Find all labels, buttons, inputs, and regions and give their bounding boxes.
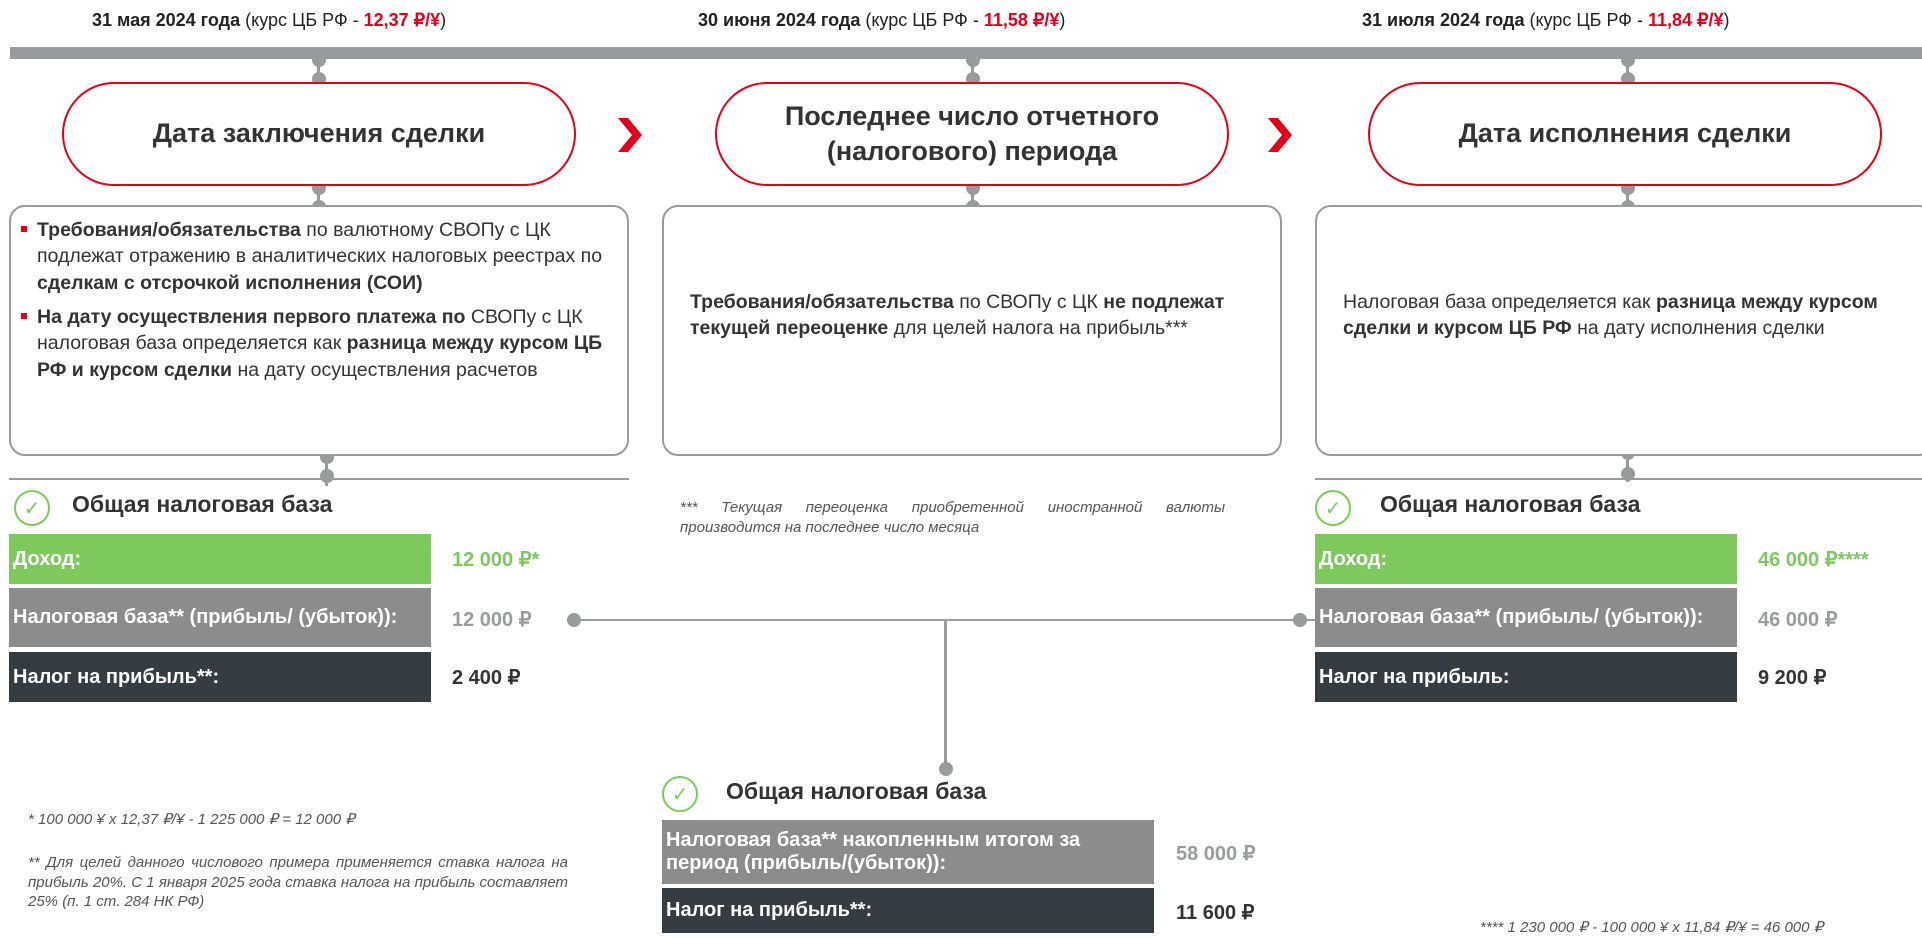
- connector-line: [574, 619, 1295, 621]
- connector-dot: [939, 762, 953, 776]
- check-circle-icon: ✓: [662, 776, 698, 812]
- check-circle-icon: ✓: [1315, 490, 1351, 526]
- connector-dot: [312, 53, 326, 67]
- stage-deal-date: Дата заключения сделки: [62, 82, 576, 186]
- table-row-tax: Налог на прибыль**:: [9, 652, 431, 702]
- tax-value: 2 400 ₽: [452, 667, 521, 689]
- tax-value: 11 600 ₽: [1176, 902, 1255, 924]
- stage-title: Дата исполнения сделки: [1458, 118, 1792, 149]
- table-row-income: Доход:: [1315, 534, 1737, 584]
- table-row-tax: Налог на прибыль**:: [662, 888, 1154, 933]
- chevron-right-icon: [1268, 118, 1292, 152]
- table-row-tax: Налог на прибыль:: [1315, 652, 1737, 702]
- info-box-period-end: Требования/обязательства по СВОПу с ЦК н…: [662, 205, 1282, 456]
- income-value: 46 000 ₽****: [1758, 549, 1869, 571]
- bullet-item: На дату осуществления первого платежа по…: [15, 304, 615, 383]
- stage-title: Последнее число отчетного (налогового) пе…: [784, 100, 1160, 166]
- table-row-tax-base: Налоговая база** (прибыль/ (убыток)):: [9, 588, 431, 647]
- info-box-execution-date: Налоговая база определяется как разница …: [1315, 205, 1922, 456]
- tax-base-value: 12 000 ₽: [452, 609, 532, 631]
- tax-value: 9 200 ₽: [1758, 667, 1827, 689]
- stage-execution-date: Дата исполнения сделки: [1368, 82, 1882, 186]
- section-title: Общая налоговая база: [1380, 491, 1641, 517]
- box-text: Налоговая база определяется как разница …: [1343, 291, 1878, 340]
- box-text: Требования/обязательства по СВОПу с ЦК н…: [690, 291, 1225, 340]
- bullet-item: Требования/обязательства по валютному СВ…: [15, 217, 615, 296]
- check-circle-icon: ✓: [14, 490, 50, 526]
- footnote-single-star: * 100 000 ¥ x 12,37 ₽/¥ - 1 225 000 ₽ = …: [28, 811, 355, 828]
- footnote-quad-star: **** 1 230 000 ₽ - 100 000 ¥ x 11,84 ₽/¥…: [1480, 919, 1824, 936]
- info-box-deal-date: Требования/обязательства по валютному СВ…: [9, 205, 629, 456]
- tax-base-value: 46 000 ₽: [1758, 609, 1838, 631]
- table-row-accumulated-base: Налоговая база** накопленным итогом за п…: [662, 820, 1154, 884]
- date-header-may: 31 мая 2024 года (курс ЦБ РФ - 12,37 ₽/¥…: [92, 10, 447, 30]
- connector-line: [944, 619, 947, 768]
- connector-dot: [1621, 53, 1635, 67]
- connector-dot: [966, 53, 980, 67]
- bullet-list: Требования/обязательства по валютному СВ…: [15, 217, 615, 383]
- income-value: 12 000 ₽*: [452, 549, 540, 571]
- chevron-right-icon: [618, 118, 642, 152]
- section-divider: [9, 478, 629, 480]
- section-title: Общая налоговая база: [726, 778, 987, 804]
- section-divider: [1315, 478, 1922, 480]
- connector-line: [1300, 619, 1315, 621]
- stage-title: Дата заключения сделки: [152, 118, 486, 149]
- footnote-double-star: ** Для целей данного числового примера п…: [28, 854, 568, 910]
- date-header-july: 31 июля 2024 года (курс ЦБ РФ - 11,84 ₽/…: [1362, 10, 1730, 30]
- date-header-june: 30 июня 2024 года (курс ЦБ РФ - 11,58 ₽/…: [698, 10, 1066, 30]
- stage-period-end: Последнее число отчетного (налогового) пе…: [715, 82, 1229, 186]
- section-title: Общая налоговая база: [72, 491, 333, 517]
- table-row-tax-base: Налоговая база** (прибыль/ (убыток)):: [1315, 588, 1737, 647]
- table-row-income: Доход:: [9, 534, 431, 584]
- footnote-triple-star: *** Текущая переоценка приобретенной ино…: [680, 499, 1225, 536]
- connector-dot: [320, 469, 334, 483]
- accumulated-base-value: 58 000 ₽: [1176, 843, 1256, 865]
